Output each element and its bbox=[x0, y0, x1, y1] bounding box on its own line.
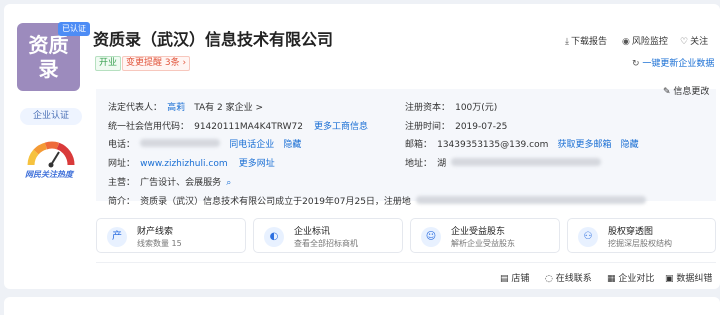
follow-label: 关注 bbox=[690, 37, 709, 47]
credit-code-value: 91420111MA4K4TRW72 bbox=[194, 122, 303, 132]
download-icon: ⤓ bbox=[565, 37, 569, 47]
feature-property-clues[interactable]: 产 财产线索 线索数量 15 bbox=[96, 218, 246, 253]
divider bbox=[96, 262, 716, 263]
feature-beneficial-shareholders[interactable]: ☺ 企业受益股东 解析企业受益股东 bbox=[410, 218, 560, 253]
logo-text-line1: 资质 bbox=[28, 33, 69, 57]
legal-rep-label: 法定代表人： bbox=[108, 103, 163, 113]
reg-time-value: 2019-07-25 bbox=[455, 122, 508, 132]
website-label: 网址： bbox=[108, 159, 136, 169]
credit-code-row: 统一社会信用代码： 91420111MA4K4TRW72 更多工商信息 bbox=[108, 114, 368, 133]
feature-equity-chart[interactable]: ⚇ 股权穿透图 挖掘深层股权结构 bbox=[567, 218, 716, 253]
intro-blurred-value bbox=[416, 195, 647, 204]
shop-button[interactable]: ▤ 店铺 bbox=[500, 271, 529, 284]
intro-row: 简介： 资质录（武汉）信息技术有限公司成立于2019年07月25日，注册地 bbox=[108, 189, 647, 208]
more-website-link[interactable]: 更多网址 bbox=[239, 159, 275, 169]
online-contact-button[interactable]: ◌ 在线联系 bbox=[545, 271, 592, 284]
business-value: 广告设计、会展服务 bbox=[140, 178, 222, 188]
intro-label: 简介： bbox=[108, 197, 136, 207]
email-label: 邮箱： bbox=[405, 140, 433, 150]
eye-icon: ◉ bbox=[622, 37, 630, 47]
feature-subtitle: 查看全部招标商机 bbox=[294, 239, 358, 248]
more-business-info-link[interactable]: 更多工商信息 bbox=[314, 122, 368, 132]
reg-time-label: 注册时间： bbox=[405, 122, 451, 132]
more-email-link[interactable]: 获取更多邮箱 bbox=[557, 140, 611, 150]
email-row: 邮箱： 13439353135@139.com 获取更多邮箱 隐藏 bbox=[405, 132, 639, 151]
shop-label: 店铺 bbox=[511, 274, 530, 284]
address-row: 地址： 湖 bbox=[405, 151, 602, 170]
update-data-link[interactable]: ↻ 一键更新企业数据 bbox=[632, 56, 714, 69]
legal-rep-enterprises-link[interactable]: TA有 2 家企业 > bbox=[194, 103, 263, 113]
legal-rep-link[interactable]: 高莉 bbox=[167, 103, 185, 113]
reg-capital-label: 注册资本： bbox=[405, 103, 451, 113]
search-icon[interactable]: ⌕ bbox=[226, 178, 231, 188]
verified-badge: 已认证 bbox=[58, 22, 90, 36]
same-phone-link[interactable]: 同电话企业 bbox=[229, 140, 274, 150]
data-correction-label: 数据纠错 bbox=[676, 274, 713, 284]
business-label: 主营： bbox=[108, 178, 136, 188]
error-icon: ▣ bbox=[665, 274, 674, 284]
edit-icon: ✎ bbox=[663, 87, 674, 97]
update-data-label: 一键更新企业数据 bbox=[642, 59, 715, 69]
email-value: 13439353135@139.com bbox=[437, 140, 549, 150]
change-alert-badge[interactable]: 变更提醒 3条 › bbox=[122, 56, 191, 71]
intro-value: 资质录（武汉）信息技术有限公司成立于2019年07月25日，注册地 bbox=[140, 197, 411, 207]
compare-label: 企业对比 bbox=[618, 274, 655, 284]
feature-subtitle: 线索数量 15 bbox=[137, 239, 182, 248]
shareholder-icon: ☺ bbox=[421, 227, 441, 247]
phone-blurred-value bbox=[140, 138, 221, 147]
edit-info-button[interactable]: ✎ 信息更改 bbox=[663, 84, 709, 97]
follow-button[interactable]: ♡ 关注 bbox=[680, 34, 708, 47]
shop-icon: ▤ bbox=[500, 274, 509, 284]
feature-title: 财产线索 bbox=[137, 227, 174, 237]
edit-info-label: 信息更改 bbox=[673, 87, 710, 97]
data-correction-button[interactable]: ▣ 数据纠错 bbox=[665, 271, 712, 284]
bid-icon: ◐ bbox=[264, 227, 284, 247]
feature-title: 企业受益股东 bbox=[451, 227, 506, 237]
phone-row: 电话： 同电话企业 隐藏 bbox=[108, 132, 301, 151]
feature-subtitle: 挖掘深层股权结构 bbox=[608, 239, 672, 248]
phone-hide-link[interactable]: 隐藏 bbox=[283, 140, 301, 150]
feature-enterprise-bids[interactable]: ◐ 企业标讯 查看全部招标商机 bbox=[253, 218, 403, 253]
legal-rep-row: 法定代表人： 高莉 TA有 2 家企业 > bbox=[108, 95, 263, 114]
enterprise-cert-button[interactable]: 企业认证 bbox=[20, 108, 82, 125]
feature-title: 股权穿透图 bbox=[608, 227, 654, 237]
reg-time-row: 注册时间： 2019-07-25 bbox=[405, 114, 507, 133]
download-report-label: 下载报告 bbox=[570, 37, 607, 47]
address-blurred-value bbox=[451, 157, 602, 166]
risk-monitor-button[interactable]: ◉ 风险监控 bbox=[622, 34, 668, 47]
feature-subtitle: 解析企业受益股东 bbox=[451, 239, 515, 248]
compare-icon: ▦ bbox=[607, 274, 616, 284]
attention-gauge-icon bbox=[27, 141, 75, 168]
download-report-button[interactable]: ⤓ 下载报告 bbox=[565, 34, 607, 47]
heart-icon: ♡ bbox=[680, 37, 689, 47]
compare-button[interactable]: ▦ 企业对比 bbox=[607, 271, 654, 284]
status-badge: 开业 bbox=[95, 56, 122, 71]
risk-monitor-label: 风险监控 bbox=[631, 37, 668, 47]
online-contact-label: 在线联系 bbox=[555, 274, 592, 284]
refresh-icon: ↻ bbox=[632, 59, 643, 69]
credit-code-label: 统一社会信用代码： bbox=[108, 122, 190, 132]
address-label: 地址： bbox=[405, 159, 433, 169]
equity-icon: ⚇ bbox=[578, 227, 598, 247]
website-row: 网址： www.zizhizhuli.com 更多网址 bbox=[108, 151, 275, 170]
attention-gauge-label: 网民关注热度 bbox=[25, 170, 73, 179]
phone-label: 电话： bbox=[108, 140, 136, 150]
reg-capital-value: 100万(元) bbox=[455, 103, 498, 113]
company-name: 资质录（武汉）信息技术有限公司 bbox=[93, 30, 334, 49]
website-link[interactable]: www.zizhizhuli.com bbox=[140, 159, 228, 169]
business-row: 主营： 广告设计、会展服务 ⌕ bbox=[108, 170, 231, 189]
address-value: 湖 bbox=[437, 159, 447, 169]
chat-icon: ◌ bbox=[545, 274, 553, 284]
logo-text-line2: 录 bbox=[38, 57, 59, 81]
email-hide-link[interactable]: 隐藏 bbox=[621, 140, 639, 150]
property-icon: 产 bbox=[107, 227, 127, 247]
feature-title: 企业标讯 bbox=[294, 227, 331, 237]
next-section-card bbox=[4, 297, 720, 315]
reg-capital-row: 注册资本： 100万(元) bbox=[405, 95, 497, 114]
